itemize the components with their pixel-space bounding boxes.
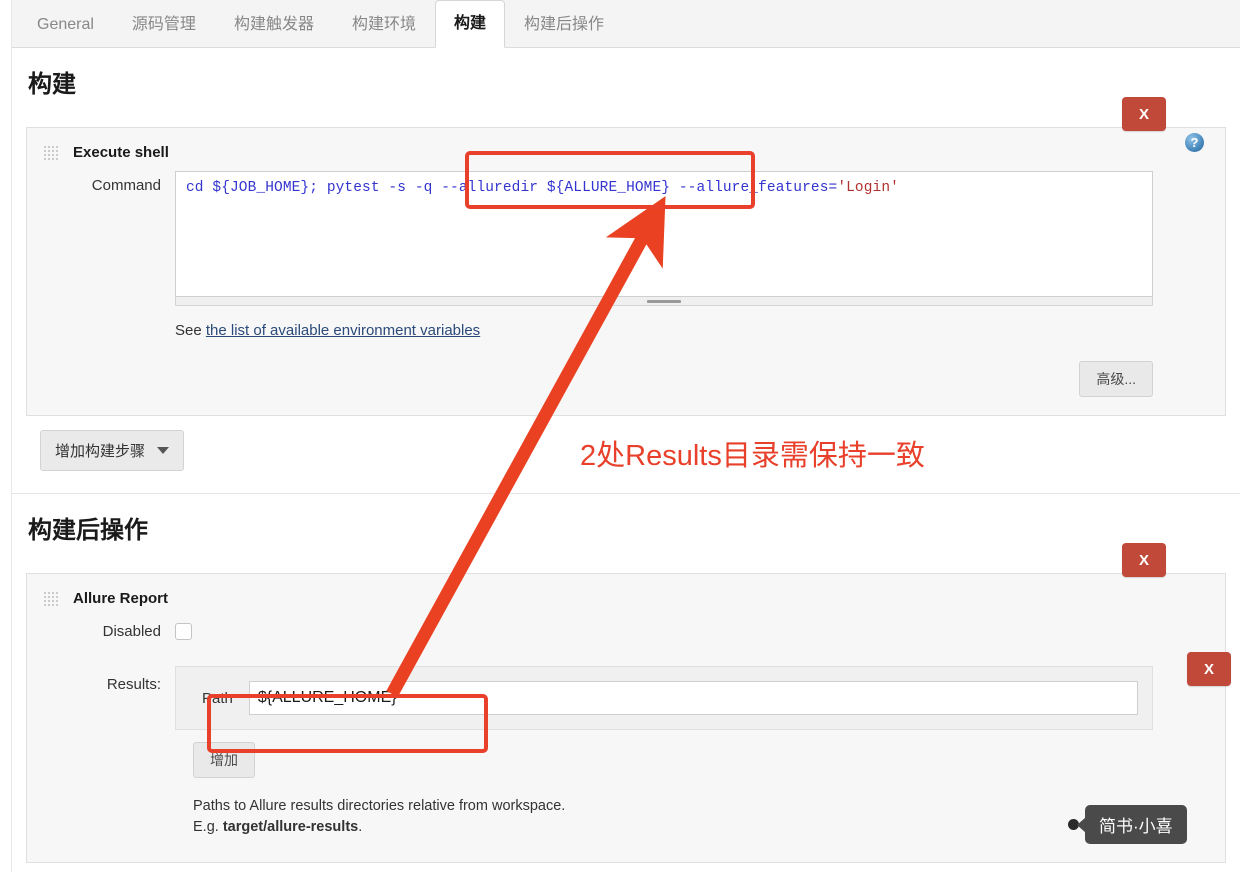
tab-build-triggers[interactable]: 构建触发器 xyxy=(215,0,333,47)
build-section-title: 构建 xyxy=(28,71,76,98)
drag-handle-icon[interactable] xyxy=(43,144,59,161)
add-path-row: 增加 xyxy=(175,730,1225,778)
command-label: Command xyxy=(91,177,161,194)
remove-execute-shell-button[interactable]: X xyxy=(1122,97,1166,131)
env-variables-link[interactable]: the list of available environment variab… xyxy=(206,322,480,339)
chevron-down-icon xyxy=(157,447,170,454)
path-label: Path xyxy=(202,689,233,707)
note-prefix: E.g. xyxy=(193,819,223,836)
post-build-section-title: 构建后操作 xyxy=(28,517,148,544)
execute-shell-title: Execute shell xyxy=(73,144,169,161)
tab-post-build[interactable]: 构建后操作 xyxy=(505,0,623,47)
execute-shell-header: Execute shell xyxy=(27,128,1225,171)
advanced-row: 高级... xyxy=(27,339,1225,397)
env-variables-help: See the list of available environment va… xyxy=(175,306,1225,339)
execute-shell-block: Execute shell Command cd ${JOB_HOME}; py… xyxy=(26,127,1226,416)
textarea-resize-handle[interactable] xyxy=(175,297,1153,306)
annotation-note: 2处Results目录需保持一致 xyxy=(580,440,925,472)
drag-handle-icon[interactable] xyxy=(43,590,59,607)
path-input[interactable] xyxy=(248,681,1138,715)
allure-report-header: Allure Report xyxy=(27,574,1225,617)
config-tab-bar: General 源码管理 构建触发器 构建环境 构建 构建后操作 xyxy=(0,0,1240,48)
tab-scm[interactable]: 源码管理 xyxy=(113,0,215,47)
disabled-label: Disabled xyxy=(102,623,161,640)
add-path-button[interactable]: 增加 xyxy=(193,742,255,778)
add-build-step-button[interactable]: 增加构建步骤 xyxy=(40,430,185,471)
help-prefix: See xyxy=(175,322,206,339)
tab-build-env[interactable]: 构建环境 xyxy=(333,0,435,47)
command-field-row: Command cd ${JOB_HOME}; pytest -s -q --a… xyxy=(27,171,1225,297)
allure-block-wrap: X Allure Report Disabled Results: X Path xyxy=(12,543,1240,864)
command-literal: 'Login' xyxy=(837,180,899,196)
note-line-1: Paths to Allure results directories rela… xyxy=(193,798,566,814)
note-example: target/allure-results xyxy=(222,819,359,836)
tab-build[interactable]: 构建 xyxy=(434,0,505,48)
execute-shell-block-wrap: X ? Execute shell Command cd ${JOB_HOME}… xyxy=(12,97,1240,471)
note-suffix: . xyxy=(358,819,363,836)
command-textarea[interactable]: cd ${JOB_HOME}; pytest -s -q --alluredir… xyxy=(175,171,1153,297)
help-icon[interactable]: ? xyxy=(1185,133,1204,152)
command-text: cd ${JOB_HOME}; pytest -s -q --alluredir… xyxy=(186,180,838,196)
disabled-field-row: Disabled xyxy=(27,617,1225,640)
results-panel: Path xyxy=(175,666,1153,730)
add-build-step-label: 增加构建步骤 xyxy=(55,443,146,460)
results-label: Results: xyxy=(106,676,161,693)
remove-results-path-button[interactable]: X xyxy=(1187,652,1231,686)
watermark-label: 简书·小喜 xyxy=(1085,805,1187,844)
remove-allure-report-button[interactable]: X xyxy=(1122,543,1166,577)
watermark: 简书·小喜 xyxy=(1068,805,1187,844)
allure-report-block: Allure Report Disabled Results: X Path $… xyxy=(26,573,1231,864)
disabled-checkbox[interactable] xyxy=(175,623,192,640)
tab-general[interactable]: General xyxy=(18,0,113,47)
allure-report-title: Allure Report xyxy=(73,590,169,607)
advanced-button[interactable]: 高级... xyxy=(1079,361,1153,397)
path-row: Path xyxy=(202,681,1138,715)
page-left-gutter xyxy=(0,0,12,872)
results-field-row: Results: X Path 增加 xyxy=(27,640,1231,778)
